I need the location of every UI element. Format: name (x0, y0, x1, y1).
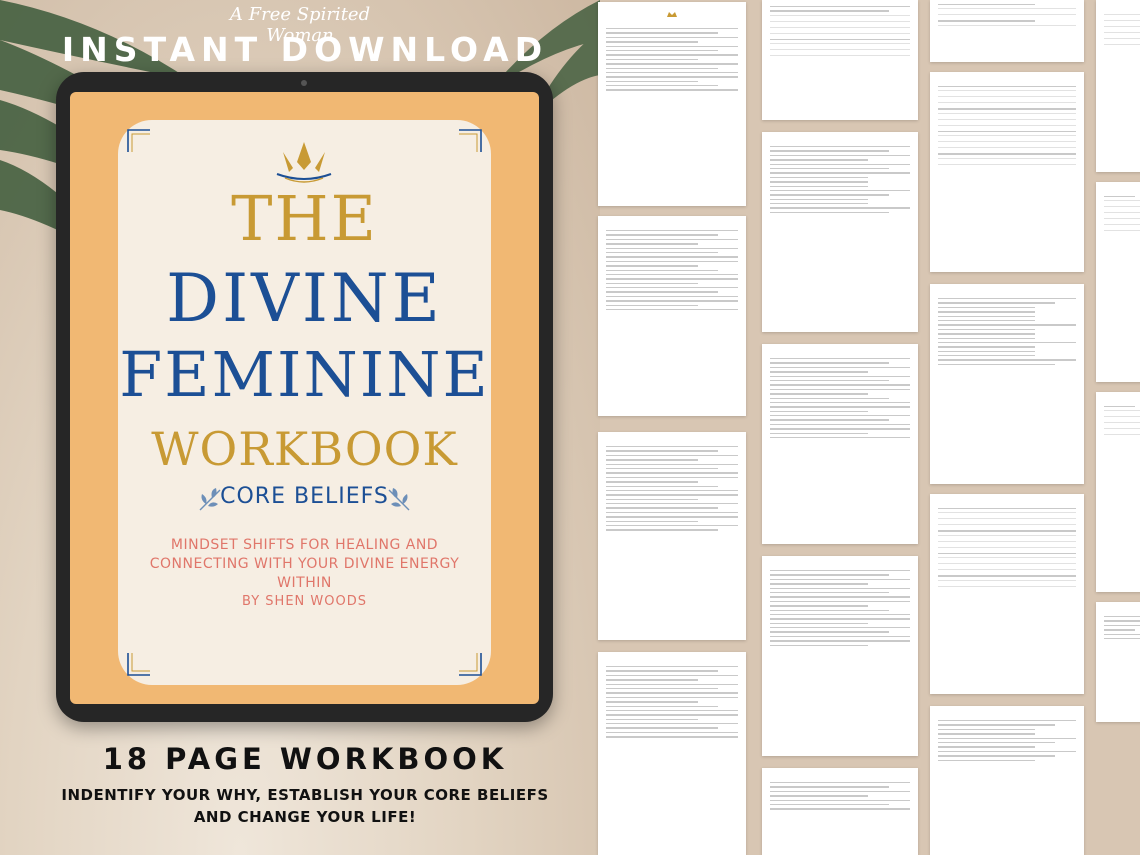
preview-page (598, 216, 746, 416)
instant-download-title: INSTANT DOWNLOAD (61, 30, 549, 69)
camera-dot (301, 80, 307, 86)
cover-title-workbook: WORKBOOK (151, 422, 458, 476)
preview-page (930, 0, 1084, 62)
preview-page (598, 2, 746, 206)
preview-page (762, 132, 918, 332)
preview-page (762, 556, 918, 756)
tablet-screen: THE DIVINE FEMININE WORKBOOK CORE BELIEF… (70, 92, 539, 704)
workbook-cover: THE DIVINE FEMININE WORKBOOK CORE BELIEF… (118, 120, 491, 685)
preview-page (762, 0, 918, 120)
preview-page (762, 768, 918, 855)
cover-title-the: THE (231, 182, 378, 255)
preview-page (930, 706, 1084, 855)
preview-page (1096, 182, 1140, 382)
preview-page (762, 344, 918, 544)
crown-icon (667, 12, 677, 17)
corner-ornament-icon (127, 129, 150, 152)
corner-ornament-icon (459, 129, 482, 152)
corner-ornament-icon (459, 653, 482, 676)
cover-author: BY SHEN WOODS (242, 594, 367, 609)
page-count-title: 18 PAGE WORKBOOK (102, 742, 508, 776)
cover-tagline: MINDSET SHIFTS FOR HEALING AND CONNECTIN… (149, 537, 460, 591)
crown-icon (276, 142, 332, 183)
preview-page (930, 72, 1084, 272)
corner-ornament-icon (127, 653, 150, 676)
preview-page (598, 652, 746, 855)
preview-page (930, 284, 1084, 484)
cover-title-feminine: FEMININE (119, 338, 490, 411)
cover-subtitle: CORE BELIEFS (220, 484, 389, 509)
preview-page (930, 494, 1084, 694)
tablet-mockup: THE DIVINE FEMININE WORKBOOK CORE BELIEF… (56, 72, 553, 722)
preview-page (1096, 392, 1140, 592)
preview-page (598, 432, 746, 640)
cover-title-divine: DIVINE (166, 260, 443, 337)
preview-page (1096, 0, 1140, 172)
sprig-icon (388, 488, 410, 511)
preview-pages-grid (590, 0, 1140, 855)
workbook-description: INDENTIFY YOUR WHY, ESTABLISH YOUR CORE … (61, 786, 549, 826)
preview-page (1096, 602, 1140, 722)
